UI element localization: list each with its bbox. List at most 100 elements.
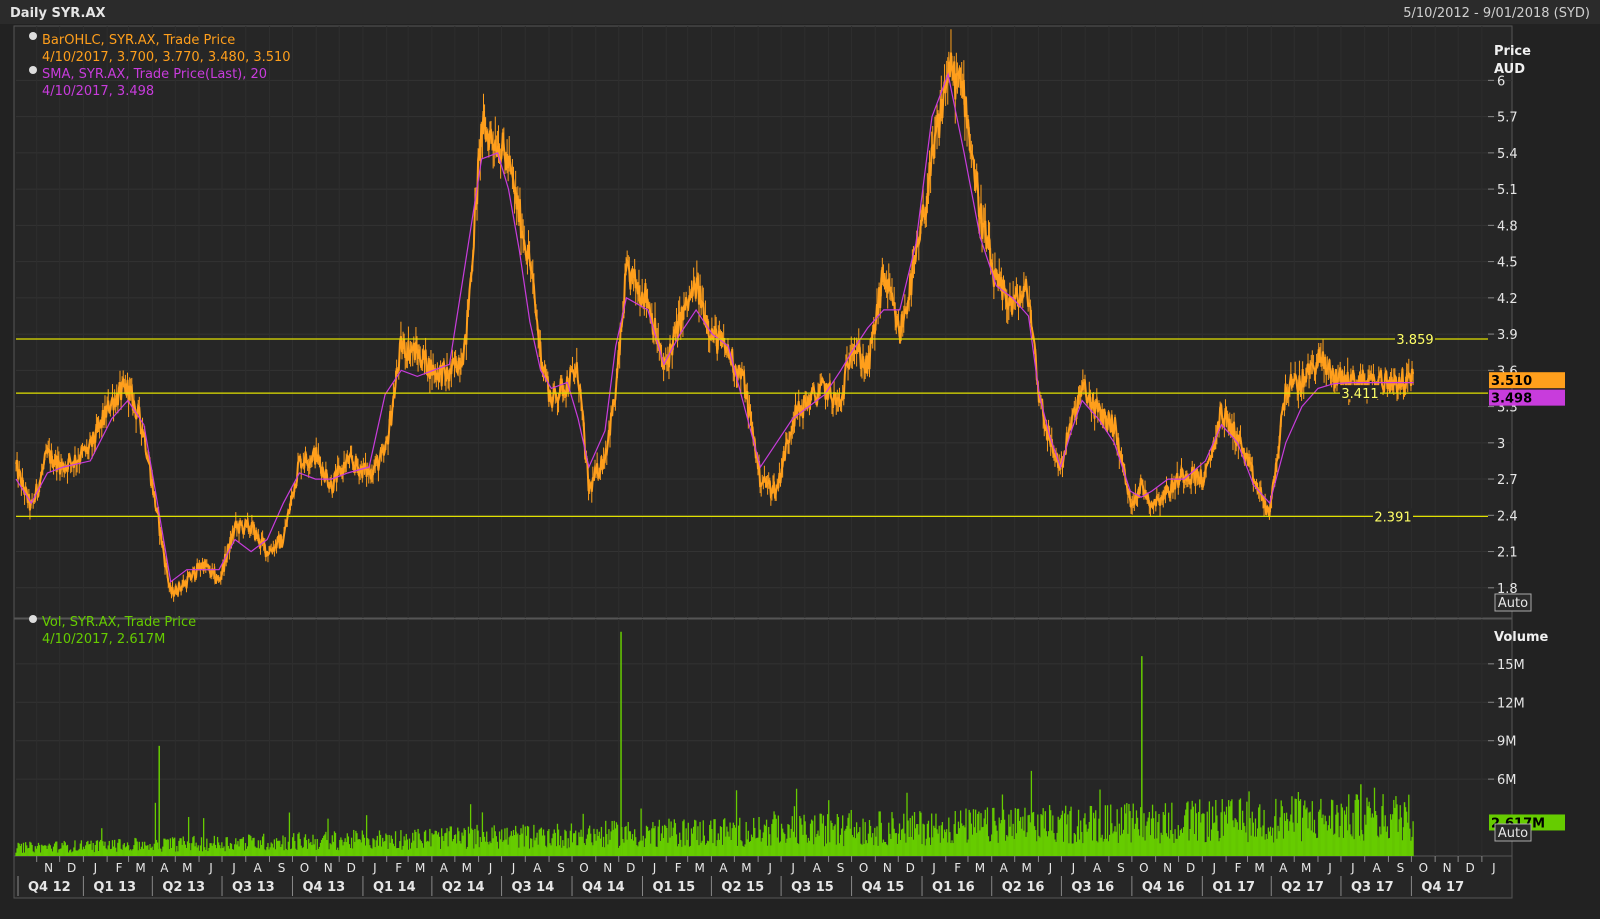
sma-legend-toggle-icon[interactable] xyxy=(29,66,37,74)
quarter-label: Q4 16 xyxy=(1142,880,1185,895)
title-bar xyxy=(0,0,1600,24)
month-label: D xyxy=(347,861,356,875)
price-tick-label: 4.5 xyxy=(1497,256,1518,271)
quarter-label: Q4 12 xyxy=(28,880,71,895)
month-label: D xyxy=(626,861,635,875)
price-tick-label: 5.7 xyxy=(1497,111,1518,126)
month-label: M xyxy=(1254,861,1264,875)
price-tick-label: 3.9 xyxy=(1497,328,1518,343)
quarter-label: Q1 13 xyxy=(93,880,136,895)
quarter-label: Q4 17 xyxy=(1421,880,1464,895)
quarter-label: Q4 13 xyxy=(302,880,345,895)
chart-window: Daily SYR.AX 5/10/2012 - 9/01/2018 (SYD)… xyxy=(0,0,1600,919)
price-auto-label[interactable]: Auto xyxy=(1498,596,1528,611)
ohlc-legend-name: BarOHLC, SYR.AX, Trade Price xyxy=(42,33,235,48)
quarter-label: Q3 17 xyxy=(1351,880,1394,895)
quarter-label: Q1 17 xyxy=(1212,880,1255,895)
month-label: D xyxy=(906,861,915,875)
volume-tick-label: 12M xyxy=(1497,696,1525,711)
price-tick-label: 4.2 xyxy=(1497,292,1518,307)
month-label: O xyxy=(1419,861,1428,875)
sma-legend-value: 4/10/2017, 3.498 xyxy=(42,84,154,99)
month-label: F xyxy=(954,861,961,875)
quarter-label: Q1 16 xyxy=(932,880,975,895)
month-label: F xyxy=(675,861,682,875)
month-label: A xyxy=(1373,861,1382,875)
sma-legend-name: SMA, SYR.AX, Trade Price(Last), 20 xyxy=(42,67,267,82)
month-label: O xyxy=(859,861,868,875)
month-label: J xyxy=(790,861,795,875)
month-label: A xyxy=(719,861,728,875)
month-label: J xyxy=(1327,861,1332,875)
month-label: M xyxy=(415,861,425,875)
month-label: F xyxy=(1235,861,1242,875)
month-label: J xyxy=(511,861,516,875)
price-tick-label: 6 xyxy=(1497,74,1505,89)
month-label: J xyxy=(767,861,772,875)
chart-canvas: Daily SYR.AX 5/10/2012 - 9/01/2018 (SYD)… xyxy=(0,0,1600,899)
price-tick-label: 2.1 xyxy=(1497,546,1518,561)
month-label: S xyxy=(557,861,565,875)
month-label: N xyxy=(603,861,612,875)
ohlc-legend-toggle-icon[interactable] xyxy=(29,32,37,40)
month-label: S xyxy=(1397,861,1405,875)
quarter-label: Q3 13 xyxy=(232,880,275,895)
month-label: D xyxy=(67,861,76,875)
month-label: J xyxy=(488,861,493,875)
month-label: J xyxy=(1350,861,1355,875)
month-label: J xyxy=(1048,861,1053,875)
month-label: J xyxy=(93,861,98,875)
month-label: J xyxy=(231,861,236,875)
date-range: 5/10/2012 - 9/01/2018 (SYD) xyxy=(1403,6,1590,21)
month-label: M xyxy=(1301,861,1311,875)
ohlc-legend-value: 4/10/2017, 3.700, 3.770, 3.480, 3.510 xyxy=(42,50,291,65)
month-label: J xyxy=(931,861,936,875)
month-label: F xyxy=(395,861,402,875)
line-label: 3.411 xyxy=(1341,387,1378,402)
quarter-label: Q2 16 xyxy=(1002,880,1045,895)
price-axis-title-line1: Price xyxy=(1494,44,1531,59)
price-tick-label: 5.1 xyxy=(1497,183,1518,198)
volume-axis-title: Volume xyxy=(1494,630,1549,645)
price-tick-label: 4.8 xyxy=(1497,219,1518,234)
quarter-label: Q4 15 xyxy=(862,880,905,895)
quarter-label: Q3 15 xyxy=(791,880,834,895)
month-label: J xyxy=(652,861,657,875)
quarter-label: Q1 15 xyxy=(652,880,695,895)
last-sma-badge-text: 3.498 xyxy=(1491,392,1532,407)
price-tick-label: 5.4 xyxy=(1497,147,1518,162)
volume-legend-toggle-icon[interactable] xyxy=(29,615,37,623)
month-label: A xyxy=(440,861,449,875)
quarter-label: Q2 14 xyxy=(442,880,485,895)
month-label: N xyxy=(1163,861,1172,875)
month-label: N xyxy=(324,861,333,875)
month-label: F xyxy=(116,861,123,875)
quarter-label: Q2 13 xyxy=(162,880,205,895)
volume-auto-label[interactable]: Auto xyxy=(1498,826,1528,841)
month-label: S xyxy=(278,861,286,875)
month-label: A xyxy=(160,861,169,875)
quarter-label: Q4 14 xyxy=(582,880,625,895)
quarter-label: Q2 17 xyxy=(1281,880,1324,895)
month-label: O xyxy=(300,861,309,875)
month-label: J xyxy=(372,861,377,875)
month-label: M xyxy=(741,861,751,875)
month-label: S xyxy=(1117,861,1125,875)
month-label: M xyxy=(694,861,704,875)
volume-legend-name: Vol, SYR.AX, Trade Price xyxy=(42,615,196,630)
quarter-label: Q2 15 xyxy=(721,880,764,895)
month-label: M xyxy=(1022,861,1032,875)
volume-auto-button[interactable]: Auto xyxy=(1494,823,1532,842)
price-tick-label: 2.4 xyxy=(1497,509,1518,524)
month-label: J xyxy=(1212,861,1217,875)
month-label: J xyxy=(1071,861,1076,875)
last-price-badge-text: 3.510 xyxy=(1491,374,1532,389)
line-label: 3.859 xyxy=(1396,333,1433,348)
month-label: M xyxy=(135,861,145,875)
price-auto-button[interactable]: Auto xyxy=(1494,593,1532,612)
quarter-label: Q3 16 xyxy=(1071,880,1114,895)
month-label: J xyxy=(208,861,213,875)
month-label: A xyxy=(813,861,822,875)
volume-tick-label: 15M xyxy=(1497,658,1525,673)
month-label: D xyxy=(1186,861,1195,875)
